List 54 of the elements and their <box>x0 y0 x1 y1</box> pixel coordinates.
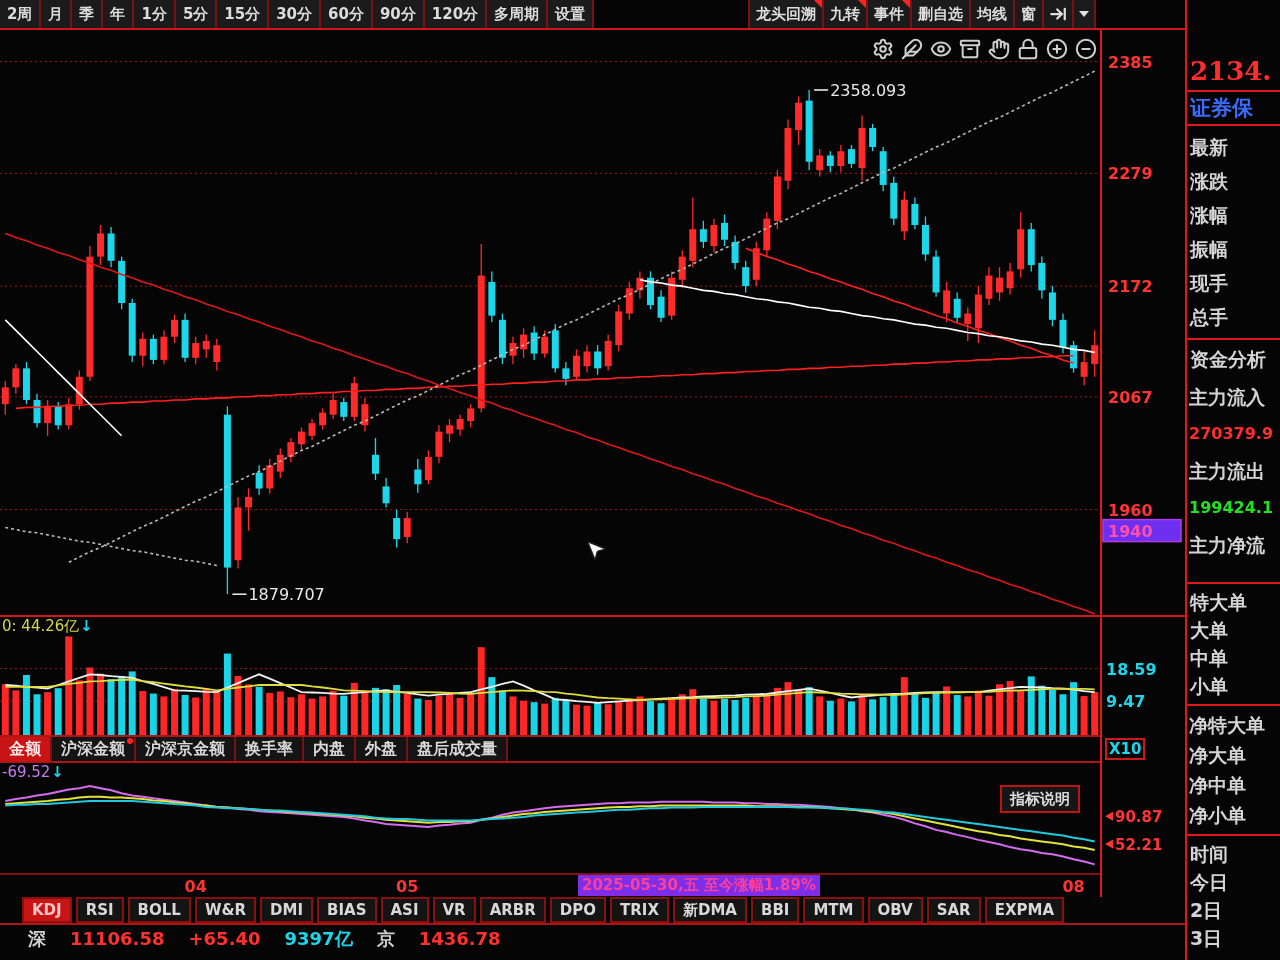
price-callout: 1879.707 <box>231 585 325 605</box>
axis-label: 52.21 <box>1115 836 1163 855</box>
order-size-label: 小单 <box>1190 676 1228 696</box>
axis-label: 1960 <box>1108 500 1153 520</box>
quote-field-label: 现手 <box>1190 273 1228 293</box>
period-label: 2日 <box>1190 900 1223 920</box>
axis-label: 90.87 <box>1115 808 1163 827</box>
fund-flow-label: 主力流出 <box>1189 461 1265 481</box>
security-name: 证券保 <box>1190 97 1253 119</box>
trend-arrow: ↓ <box>80 618 93 634</box>
quote-field-label: 最新 <box>1190 137 1228 157</box>
cursor-price-label: 1940 <box>1102 518 1182 543</box>
date-tooltip: 2025-05-30,五 至今涨幅1.89% <box>578 875 820 896</box>
fund-flow-value: 270379.9 <box>1189 426 1273 442</box>
order-size-label: 大单 <box>1190 620 1228 640</box>
price-callout: 2358.093 <box>813 81 907 100</box>
order-size-label: 中单 <box>1190 648 1228 668</box>
axis-label: 08 <box>1062 877 1085 896</box>
net-order-label: 净中单 <box>1189 775 1246 795</box>
period-label: 今日 <box>1190 872 1228 892</box>
axis-label: 2279 <box>1108 164 1153 184</box>
axis-label: 18.59 <box>1106 659 1157 679</box>
status-text: +65.40 <box>188 930 261 948</box>
annotation: 1879.707 <box>248 585 325 605</box>
net-order-label: 净小单 <box>1189 805 1246 825</box>
order-size-label: 特大单 <box>1190 592 1247 612</box>
section-title: 资金分析 <box>1190 349 1266 369</box>
quote-field-label: 振幅 <box>1190 239 1228 259</box>
period-label: 3日 <box>1190 928 1223 948</box>
annotation: 2358.093 <box>830 80 907 100</box>
fund-flow-value: 199424.1 <box>1189 500 1273 516</box>
status-text: 1436.78 <box>418 930 501 948</box>
trend-arrow: ↓ <box>51 764 64 780</box>
fund-flow-label: 主力净流 <box>1189 535 1265 555</box>
status-text: 11106.58 <box>70 930 165 948</box>
quote-field-label: 涨跌 <box>1190 171 1228 191</box>
fund-flow-label: 主力流入 <box>1189 387 1265 407</box>
net-order-label: 净大单 <box>1189 745 1246 765</box>
quote-field-label: 总手 <box>1190 307 1228 327</box>
axis-label: 2385 <box>1108 52 1153 72</box>
axis-label: 04 <box>184 877 207 896</box>
axis-label: 9.47 <box>1106 692 1146 712</box>
period-label: 时间 <box>1190 844 1228 864</box>
status-text: 深 <box>28 930 46 948</box>
volume-reading: 0: 44.26亿 <box>2 618 80 634</box>
quote-field-label: 涨幅 <box>1190 205 1228 225</box>
last-price: 2134. <box>1190 58 1272 84</box>
axis-label: 2067 <box>1108 387 1153 407</box>
status-text: 京 <box>376 930 395 948</box>
axis-label: 05 <box>396 877 419 896</box>
indicator-reading: -69.52 <box>2 764 51 780</box>
net-order-label: 净特大单 <box>1189 715 1265 735</box>
axis-label: 2172 <box>1108 277 1153 297</box>
status-text: 9397亿 <box>284 930 353 948</box>
